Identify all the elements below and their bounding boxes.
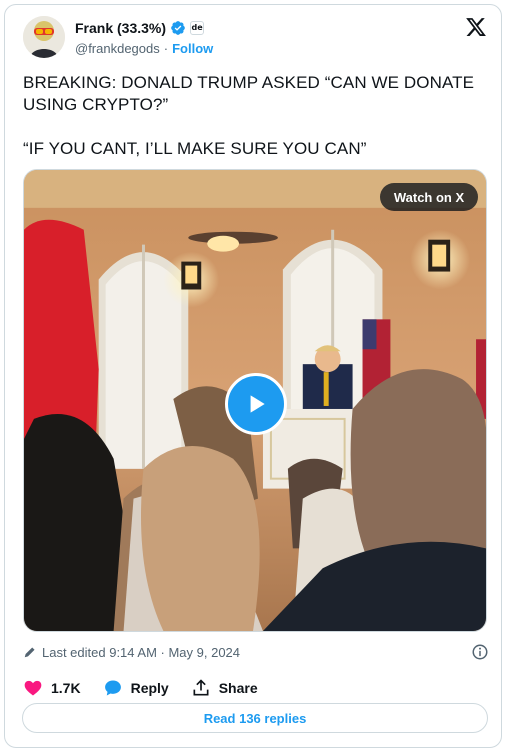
video-media[interactable]: Watch on X: [23, 169, 487, 632]
tweet-text: BREAKING: DONALD TRUMP ASKED “CAN WE DON…: [23, 72, 489, 160]
like-count: 1.7K: [51, 680, 81, 696]
tweet-actions: 1.7K Reply Share: [23, 676, 280, 700]
handle[interactable]: @frankdegods: [75, 41, 160, 56]
edited-timestamp[interactable]: Last edited 9:14 AM · May 9, 2024: [42, 645, 240, 660]
display-name[interactable]: Frank (33.3%): [75, 20, 166, 36]
info-icon[interactable]: [471, 643, 489, 661]
tweet-line-1: BREAKING: DONALD TRUMP ASKED “CAN WE DON…: [23, 73, 475, 114]
author-names: Frank (33.3%) de @frankdegods · Follow: [75, 19, 213, 56]
play-icon: [250, 395, 265, 413]
reply-bubble-icon: [104, 680, 121, 696]
x-logo-icon[interactable]: [465, 16, 487, 38]
pencil-icon: [24, 647, 35, 658]
share-label: Share: [218, 680, 258, 696]
verified-badge-icon: [171, 21, 185, 35]
tweet-line-2: “IF YOU CANT, I’LL MAKE SURE YOU CAN”: [23, 139, 367, 158]
share-icon: [193, 679, 209, 696]
affiliate-badge[interactable]: de: [190, 21, 205, 35]
tweet-header: Frank (33.3%) de @frankdegods · Follow: [23, 16, 487, 64]
avatar[interactable]: [23, 16, 65, 58]
like-button[interactable]: 1.7K: [23, 678, 81, 698]
separator-dot: ·: [163, 41, 169, 56]
tweet-card: Frank (33.3%) de @frankdegods · Follow B…: [4, 4, 502, 748]
reply-label: Reply: [130, 680, 169, 696]
play-button[interactable]: [225, 373, 287, 435]
watch-on-x-button[interactable]: Watch on X: [380, 183, 478, 211]
share-button[interactable]: Share: [191, 678, 258, 698]
reply-button[interactable]: Reply: [103, 678, 169, 698]
heart-icon: [24, 680, 42, 696]
read-replies-button[interactable]: Read 136 replies: [22, 703, 488, 733]
follow-link[interactable]: Follow: [172, 41, 213, 56]
tweet-meta: Last edited 9:14 AM · May 9, 2024: [23, 642, 489, 662]
